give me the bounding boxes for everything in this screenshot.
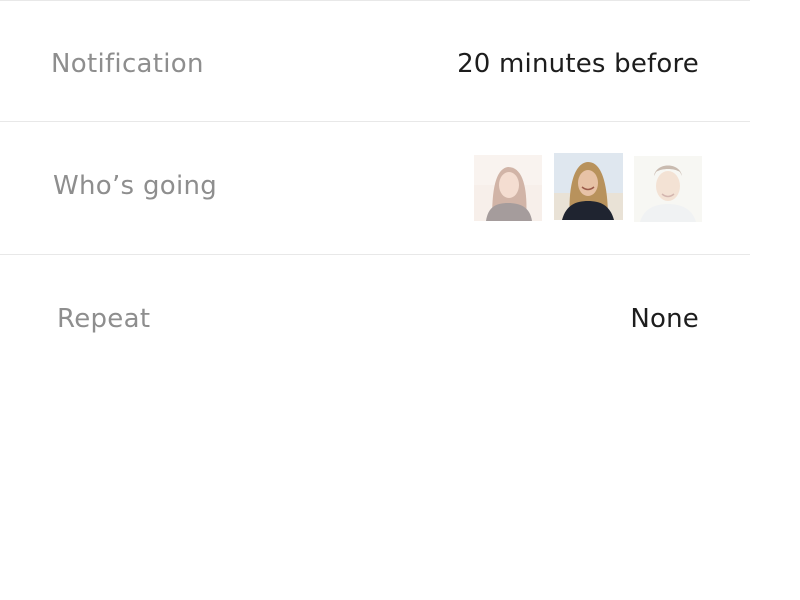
- attendee-avatar[interactable]: [554, 153, 623, 220]
- man-portrait-icon: [634, 156, 702, 222]
- notification-value[interactable]: 20 minutes before: [457, 51, 699, 77]
- woman-portrait-icon: [554, 153, 623, 220]
- attendee-avatar[interactable]: [474, 155, 542, 221]
- event-settings-panel: Notification 20 minutes before Who’s goi…: [0, 0, 800, 600]
- attendee-avatars: [474, 153, 704, 222]
- attendee-avatar[interactable]: [634, 156, 702, 222]
- repeat-value[interactable]: None: [630, 306, 699, 332]
- notification-label: Notification: [51, 49, 204, 79]
- divider: [0, 254, 750, 255]
- divider: [0, 0, 750, 1]
- whos-going-label: Who’s going: [53, 171, 218, 201]
- repeat-label: Repeat: [57, 304, 151, 334]
- divider: [0, 121, 750, 122]
- woman-portrait-icon: [474, 155, 542, 221]
